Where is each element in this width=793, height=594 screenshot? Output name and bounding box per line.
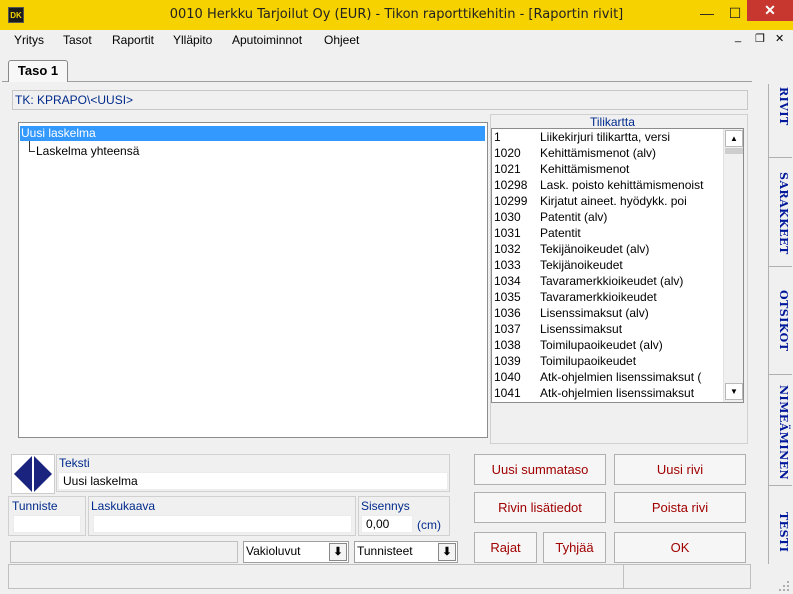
list-item[interactable]: 1021 Kehittämismenot xyxy=(494,161,722,177)
list-item[interactable]: 1033 Tekijänoikeudet xyxy=(494,257,722,273)
menu-yllapito[interactable]: Ylläpito xyxy=(171,31,214,49)
tab-nimeaminen[interactable]: NIMEÄMINEN xyxy=(768,385,790,480)
tunnisteet-label: Tunnisteet xyxy=(357,544,413,558)
menu-tasot[interactable]: Tasot xyxy=(61,31,94,49)
list-item[interactable]: 1031 Patentit xyxy=(494,225,722,241)
list-item[interactable]: 1032 Tekijänoikeudet (alv) xyxy=(494,241,722,257)
menu-aputoiminnot[interactable]: Aputoiminnot xyxy=(230,31,304,49)
tree-connector xyxy=(29,151,35,152)
diamond-arrows-icon xyxy=(14,456,52,492)
tunniste-label: Tunniste xyxy=(12,499,58,513)
sisennys-input[interactable]: 0,00 xyxy=(361,515,413,533)
clear-button[interactable]: Tyhjää xyxy=(543,532,606,563)
side-tab-divider xyxy=(768,266,792,267)
scroll-up-icon[interactable]: ▲ xyxy=(725,130,743,147)
account-list[interactable]: 1 Liikekirjuri tilikartta, versi 1020 Kehi… xyxy=(491,128,744,403)
info-field xyxy=(10,541,238,563)
delete-row-button[interactable]: Poista rivi xyxy=(614,492,746,523)
close-button[interactable]: ✕ xyxy=(747,0,793,21)
resize-grip-icon[interactable] xyxy=(778,580,790,592)
mdi-minimize-button[interactable]: _ xyxy=(735,31,741,43)
tab-taso-1[interactable]: Taso 1 xyxy=(8,60,68,82)
sisennys-unit: (cm) xyxy=(417,518,441,532)
list-item[interactable]: 1038 Toimilupaoikeudet (alv) xyxy=(494,337,722,353)
side-tab-divider xyxy=(768,485,792,486)
tunniste-input[interactable] xyxy=(13,515,81,533)
list-item[interactable]: 1020 Kehittämismenot (alv) xyxy=(494,145,722,161)
menu-ohjeet[interactable]: Ohjeet xyxy=(322,31,361,49)
status-divider xyxy=(623,565,624,588)
minimize-button[interactable]: — xyxy=(692,0,722,28)
tab-testi[interactable]: TESTI xyxy=(768,512,790,552)
list-item[interactable]: 10298 Lask. poisto kehittämismenoist xyxy=(494,177,722,193)
list-item[interactable]: 1039 Toimilupaoikeudet xyxy=(494,353,722,369)
tunnisteet-dropdown[interactable]: Tunnisteet ⬇ xyxy=(354,541,458,563)
teksti-label: Teksti xyxy=(59,456,90,470)
navigation-diamond-icon[interactable] xyxy=(11,454,55,494)
vakioluvut-label: Vakioluvut xyxy=(246,544,301,558)
list-item[interactable]: 10299 Kirjatut aineet. hyödykk. poi xyxy=(494,193,722,209)
report-tree[interactable] xyxy=(18,122,488,438)
ok-button[interactable]: OK xyxy=(614,532,746,563)
resize-grip-icon xyxy=(779,581,789,591)
laskukaava-input[interactable] xyxy=(93,515,352,533)
account-scrollbar[interactable]: ▲ ▼ xyxy=(723,129,743,402)
side-tab-divider xyxy=(768,157,792,158)
maximize-button[interactable]: ☐ xyxy=(720,0,750,28)
scroll-thumb[interactable] xyxy=(725,148,743,154)
account-list-title: Tilikartta xyxy=(590,115,635,129)
list-item[interactable]: 1036 Lisenssimaksut (alv) xyxy=(494,305,722,321)
vakioluvut-dropdown[interactable]: Vakioluvut ⬇ xyxy=(243,541,349,563)
chevron-down-icon[interactable]: ⬇ xyxy=(329,543,347,561)
tab-sarakkeet[interactable]: SARAKKEET xyxy=(768,172,790,255)
tab-divider-left xyxy=(2,81,8,82)
status-bar xyxy=(8,564,751,589)
list-item[interactable]: 1 Liikekirjuri tilikartta, versi xyxy=(494,129,722,145)
mdi-restore-button[interactable]: ❐ xyxy=(755,32,765,45)
sisennys-label: Sisennys xyxy=(361,499,410,513)
mdi-close-button[interactable]: ✕ xyxy=(775,32,784,45)
list-item[interactable]: 1037 Lisenssimaksut xyxy=(494,321,722,337)
list-item[interactable]: 1040 Atk-ohjelmien lisenssimaksut ( xyxy=(494,369,722,385)
menu-raportit[interactable]: Raportit xyxy=(110,31,156,49)
report-path: TK: KPRAPO\<UUSI> xyxy=(12,90,748,110)
tab-rivit[interactable]: RIVIT xyxy=(768,86,790,126)
list-item[interactable]: 1035 Tavaramerkkioikeudet xyxy=(494,289,722,305)
list-item[interactable]: 1030 Patentit (alv) xyxy=(494,209,722,225)
limits-button[interactable]: Rajat xyxy=(474,532,537,563)
laskukaava-label: Laskukaava xyxy=(91,499,156,513)
side-tab-divider xyxy=(768,374,792,375)
tab-otsikot[interactable]: OTSIKOT xyxy=(768,290,790,351)
menu-yritys[interactable]: Yritys xyxy=(12,31,46,49)
row-details-button[interactable]: Rivin lisätiedot xyxy=(474,492,606,523)
tree-item-selected[interactable]: Uusi laskelma xyxy=(20,126,485,141)
new-sum-level-button[interactable]: Uusi summataso xyxy=(474,454,606,485)
tab-divider xyxy=(68,81,752,82)
chevron-down-icon[interactable]: ⬇ xyxy=(438,543,456,561)
window-title: 0010 Herkku Tarjoilut Oy (EUR) - Tikon r… xyxy=(169,7,624,22)
list-item[interactable]: 1041 Atk-ohjelmien lisenssimaksut xyxy=(494,385,722,401)
teksti-input[interactable]: Uusi laskelma xyxy=(58,472,448,490)
new-row-button[interactable]: Uusi rivi xyxy=(614,454,746,485)
tree-item-child[interactable]: Laskelma yhteensä xyxy=(36,144,139,159)
scroll-down-icon[interactable]: ▼ xyxy=(725,383,743,400)
list-item[interactable]: 1034 Tavaramerkkioikeudet (alv) xyxy=(494,273,722,289)
